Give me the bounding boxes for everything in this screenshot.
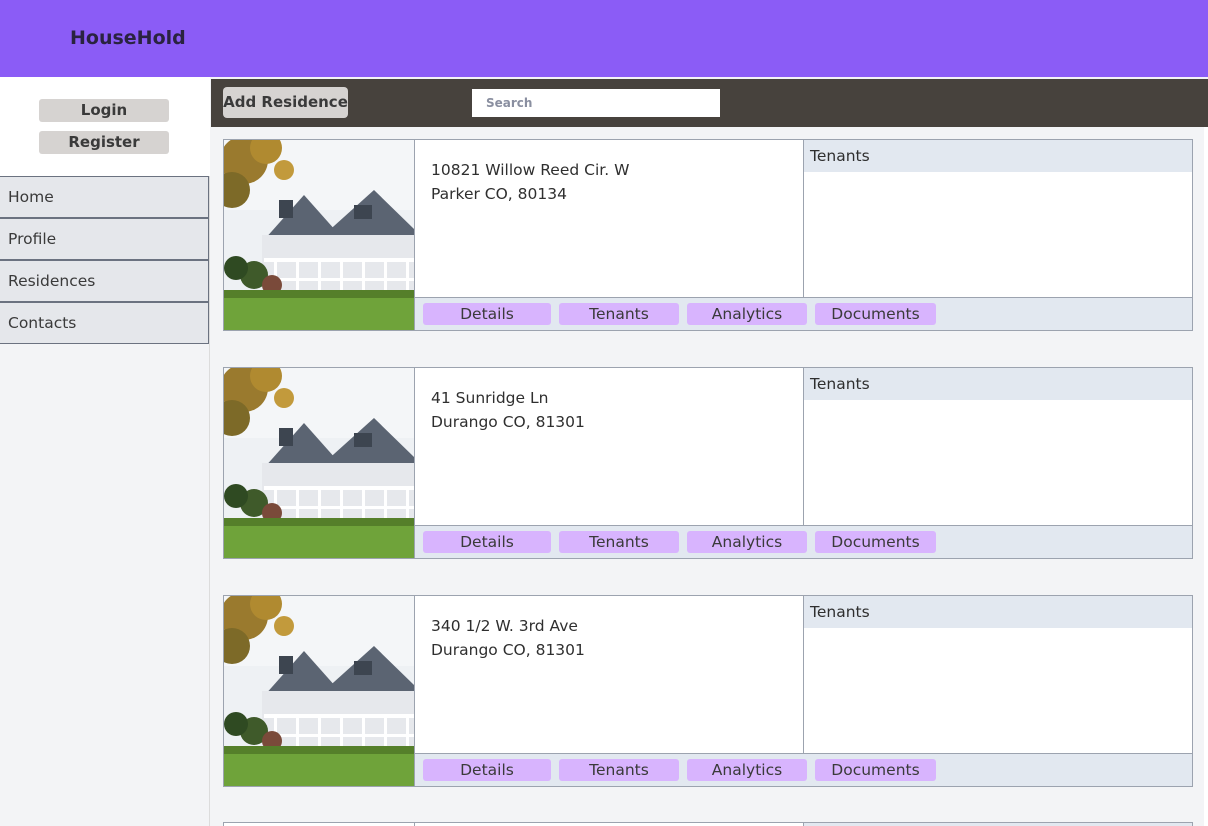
documents-button[interactable]: Documents [815,759,936,781]
content-edge [1204,127,1208,826]
sidebar: Login Register Home Profile Residences C… [0,77,210,826]
residence-toolbar: Add Residence [211,79,1208,127]
residence-image [224,368,415,558]
residence-card [223,822,1193,826]
tenants-panel-title: Tenants [804,596,1192,628]
tenants-button[interactable]: Tenants [559,531,679,553]
tenants-panel: Tenants [803,368,1192,526]
analytics-button[interactable]: Analytics [687,759,807,781]
residence-actions: Details Tenants Analytics Documents [415,525,1192,558]
tenants-button[interactable]: Tenants [559,759,679,781]
residence-actions: Details Tenants Analytics Documents [415,753,1192,786]
documents-button[interactable]: Documents [815,531,936,553]
residence-card: 10821 Willow Reed Cir. W Parker CO, 8013… [223,139,1193,331]
address-line-1: 340 1/2 W. 3rd Ave [431,617,578,635]
register-button[interactable]: Register [39,131,169,154]
auth-panel: Login Register [0,77,210,176]
residence-address: 10821 Willow Reed Cir. W Parker CO, 8013… [431,158,629,206]
tenants-panel: Tenants [803,596,1192,754]
residence-address: 340 1/2 W. 3rd Ave Durango CO, 81301 [431,614,585,662]
tenants-panel-title: Tenants [804,368,1192,400]
nav-item-profile[interactable]: Profile [0,218,209,260]
details-button[interactable]: Details [423,759,551,781]
address-line-1: 10821 Willow Reed Cir. W [431,161,630,179]
nav-item-contacts[interactable]: Contacts [0,302,209,344]
analytics-button[interactable]: Analytics [687,303,807,325]
top-header: HouseHold [0,0,1208,77]
address-line-2: Parker CO, 80134 [431,185,567,203]
address-line-2: Durango CO, 81301 [431,413,585,431]
residence-card: 41 Sunridge Ln Durango CO, 81301 Tenants… [223,367,1193,559]
nav-item-residences[interactable]: Residences [0,260,209,302]
residence-image [224,596,415,786]
residence-card: 340 1/2 W. 3rd Ave Durango CO, 81301 Ten… [223,595,1193,787]
details-button[interactable]: Details [423,303,551,325]
analytics-button[interactable]: Analytics [687,531,807,553]
documents-button[interactable]: Documents [815,303,936,325]
add-residence-button[interactable]: Add Residence [223,87,348,118]
tenants-button[interactable]: Tenants [559,303,679,325]
tenants-panel: Tenants [803,140,1192,298]
app-title: HouseHold [70,27,186,49]
residence-address: 41 Sunridge Ln Durango CO, 81301 [431,386,585,434]
address-line-1: 41 Sunridge Ln [431,389,549,407]
details-button[interactable]: Details [423,531,551,553]
residence-image [224,140,415,330]
residence-actions: Details Tenants Analytics Documents [415,297,1192,330]
nav-item-home[interactable]: Home [0,176,209,218]
search-input[interactable] [472,89,720,117]
login-button[interactable]: Login [39,99,169,122]
tenants-panel-title: Tenants [804,140,1192,172]
address-line-2: Durango CO, 81301 [431,641,585,659]
